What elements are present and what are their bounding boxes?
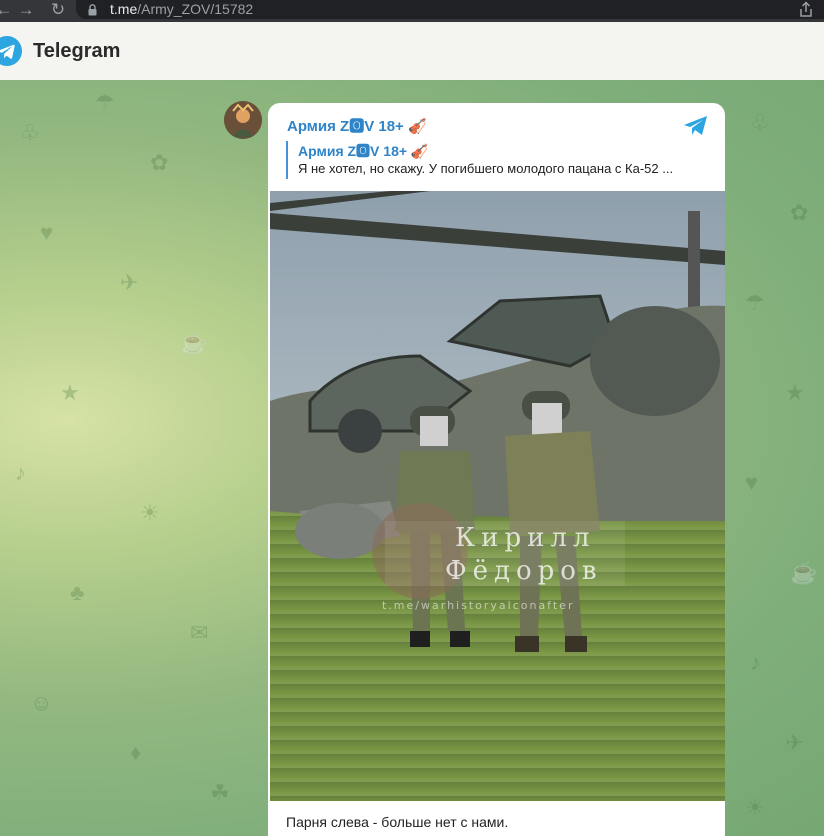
lock-icon [88,4,97,16]
telegram-plane-icon[interactable] [683,115,709,137]
doodle-icon: ♣ [70,580,85,605]
doodle-icon: ✈ [120,270,139,295]
doodle-icon: ✿ [790,200,809,225]
watermark-line2: Фёдоров [445,556,603,586]
browser-toolbar: ← → ↻ t.me/Army_ZOV/15782 [0,0,824,22]
helicopter-photo: Кирилл Фёдоров t.me/warhistoryalconafter [270,191,725,801]
channel-name[interactable]: Армия Z🅾V 18+ 🎻 [287,115,427,136]
doodle-icon: ♧ [20,120,40,145]
doodle-icon: ☂ [745,290,765,315]
doodle-icon: ✉ [190,620,209,645]
avatar-image [224,101,262,139]
doodle-icon: ♪ [15,460,26,485]
app-title: Telegram [33,40,121,62]
url-host: t.me [110,1,138,17]
message-photo[interactable]: Кирилл Фёдоров t.me/warhistoryalconafter [270,191,725,801]
doodle-icon: ☕ [790,560,818,585]
url-path: /Army_ZOV/15782 [137,1,254,17]
doodle-icon: ♪ [750,650,761,675]
doodle-icon: ♦ [130,740,142,765]
url-text[interactable]: t.me/Army_ZOV/15782 [110,1,253,18]
back-arrow-icon[interactable]: ← [0,1,14,21]
doodle-icon: ☀ [140,500,160,525]
reload-icon[interactable]: ↻ [48,1,68,21]
doodle-icon: ☀ [745,795,765,820]
forward-arrow-icon[interactable]: → [16,1,36,21]
doodle-icon: ♥ [40,220,54,245]
forward-quote-bar [286,141,288,179]
message-caption: Парня слева - больше нет с нами. [286,814,509,830]
doodle-icon: ♥ [745,470,759,495]
message-bubble: Армия Z🅾V 18+ 🎻 Армия Z🅾V 18+ 🎻 Я не хот… [268,103,725,836]
share-icon[interactable] [798,1,814,18]
forwarded-preview-text[interactable]: Я не хотел, но скажу. У погибшего молодо… [298,161,673,176]
doodle-icon: ✈ [785,730,804,755]
forwarded-from-name[interactable]: Армия Z🅾V 18+ 🎻 [298,141,428,161]
doodle-icon: ✿ [150,150,169,175]
doodle-icon: ☕ [180,330,208,355]
doodle-icon: ★ [60,380,80,405]
doodle-icon: ☺ [30,690,53,715]
telegram-header: Telegram [0,22,824,81]
channel-avatar[interactable] [224,101,262,139]
telegram-logo-icon[interactable] [0,36,22,66]
doodle-icon: ★ [785,380,805,405]
doodle-icon: ☘ [210,780,230,805]
doodle-icon: ♧ [750,110,770,135]
doodle-icon: ☂ [95,90,115,115]
watermark-line1: Кирилл [455,523,595,553]
watermark-link: t.me/warhistoryalconafter [382,599,574,612]
